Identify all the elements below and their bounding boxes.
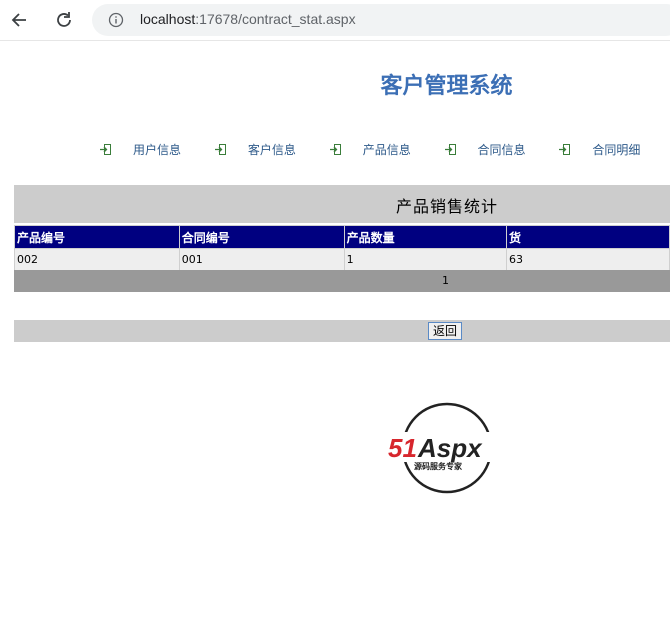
logo-mark: 51 Aspx 源码服务专家 xyxy=(384,402,514,494)
column-header: 合同编号 xyxy=(178,225,345,249)
table-cell: 001 xyxy=(178,248,345,271)
table-row: 002 001 1 63 xyxy=(14,248,670,271)
enter-arrow-icon xyxy=(444,144,456,155)
brand-logo: 51 Aspx 源码服务专家 xyxy=(384,400,514,496)
info-icon[interactable] xyxy=(108,12,124,28)
panel-header: 产品销售统计 xyxy=(14,185,670,223)
enter-arrow-icon xyxy=(329,144,341,155)
table-header-row: 产品编号 合同编号 产品数量 货 xyxy=(14,225,670,249)
menu-label[interactable]: 合同明细 xyxy=(592,141,640,158)
back-nav-button[interactable] xyxy=(6,6,34,34)
menu-label[interactable]: 客户信息 xyxy=(248,141,296,158)
column-header: 货 xyxy=(506,225,670,249)
browser-toolbar: localhost:17678/contract_stat.aspx xyxy=(0,0,670,41)
pager-bar: 1 xyxy=(14,270,670,292)
enter-arrow-icon xyxy=(559,144,571,155)
url-path: :17678/contract_stat.aspx xyxy=(195,11,356,27)
url-text: localhost:17678/contract_stat.aspx xyxy=(140,11,356,27)
menu-item-contract-details[interactable]: 合同明细 xyxy=(559,141,670,158)
column-header: 产品编号 xyxy=(14,225,180,249)
arrow-left-icon xyxy=(11,13,26,27)
enter-arrow-icon xyxy=(214,144,226,155)
sales-stat-table: 产品编号 合同编号 产品数量 货 002 001 1 63 xyxy=(14,225,670,271)
menu-item-customers[interactable]: 客户信息 xyxy=(214,141,326,158)
logo-aspx: Aspx xyxy=(417,433,483,463)
url-host: localhost xyxy=(140,11,196,27)
menu-label[interactable]: 产品信息 xyxy=(363,141,411,158)
menu-label[interactable]: 合同信息 xyxy=(478,141,526,158)
menu-label[interactable]: 用户信息 xyxy=(133,141,181,158)
main-menu: 用户信息 客户信息 产品信息 合同信息 合同明细 xyxy=(100,141,670,161)
page-number[interactable]: 1 xyxy=(442,274,449,287)
column-header: 产品数量 xyxy=(343,225,508,249)
logo-tagline: 源码服务专家 xyxy=(414,461,463,471)
table-cell: 002 xyxy=(14,248,180,271)
menu-item-contracts[interactable]: 合同信息 xyxy=(444,141,556,158)
site-title: 客户管理系统 xyxy=(380,74,513,99)
reload-button[interactable] xyxy=(50,6,78,34)
table-cell: 63 xyxy=(506,248,670,271)
enter-arrow-icon xyxy=(100,144,111,155)
menu-item-products[interactable]: 产品信息 xyxy=(329,141,441,158)
menu-item-users[interactable]: 用户信息 xyxy=(100,141,211,158)
footer-bar: 返回 xyxy=(14,320,670,342)
back-button[interactable]: 返回 xyxy=(428,322,463,340)
page-title: 产品销售统计 xyxy=(395,197,498,216)
table-cell: 1 xyxy=(343,248,508,271)
logo-51: 51 xyxy=(388,433,417,463)
reload-icon xyxy=(57,12,71,27)
address-bar[interactable]: localhost:17678/contract_stat.aspx xyxy=(92,4,670,36)
